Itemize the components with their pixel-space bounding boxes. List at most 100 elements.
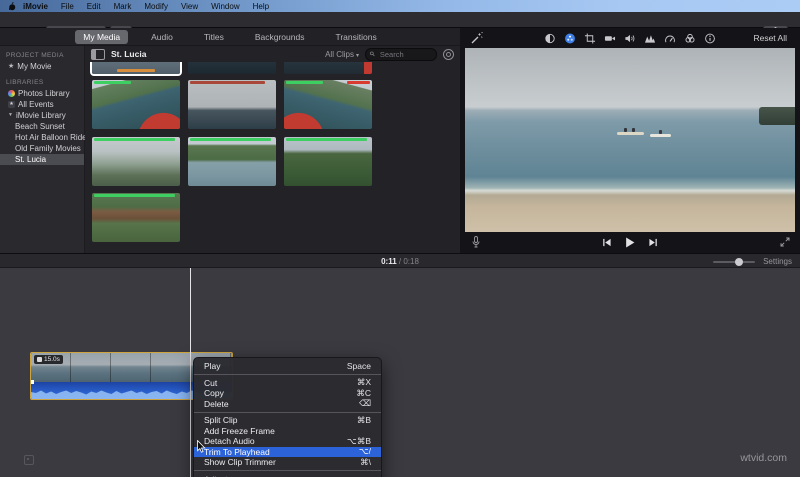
sidebar-item-photos-library[interactable]: Photos Library (0, 88, 84, 99)
star-box-icon (8, 101, 15, 108)
volume-icon[interactable] (624, 32, 637, 45)
sidebar-item-hot-air-balloon-ride[interactable]: Hot Air Balloon Ride (0, 132, 84, 143)
used-orange-marker (117, 69, 156, 72)
enhance-wand-icon[interactable] (470, 32, 483, 45)
fav-left-marker (286, 81, 323, 84)
sidebar-item-st-lucia[interactable]: St. Lucia (0, 154, 84, 165)
sidebar-item-my-movie[interactable]: My Movie (0, 61, 84, 72)
fullscreen-icon[interactable] (780, 237, 790, 247)
menu-mark[interactable]: Mark (114, 2, 132, 11)
voiceover-mic-icon[interactable] (472, 236, 480, 248)
sidebar-item-label: iMovie Library (16, 110, 66, 121)
context-menu: PlaySpace Cut ⌘XCopy⌘CDelete⌫ Split Clip⌘BA… (193, 357, 382, 477)
stabilization-icon[interactable] (604, 32, 617, 45)
timeline-settings-button[interactable]: Settings (763, 257, 792, 266)
menu-edit[interactable]: Edit (87, 2, 101, 11)
browser-header: St. Lucia All Clips (85, 46, 460, 62)
sidebar-item-old-family-movies[interactable]: Old Family Movies (0, 143, 84, 154)
sidebar-item-label: Photos Library (18, 88, 70, 99)
screen: iMovie File Edit Mark Modify View Window Help P… (0, 0, 800, 477)
media-tabs: My Media Audio Titles Backgrounds Transition… (0, 28, 460, 46)
speed-icon[interactable] (664, 32, 677, 45)
media-thumbnail[interactable] (92, 62, 180, 74)
menu-item-label: Cut (204, 378, 217, 388)
zoom-slider-thumb[interactable] (735, 258, 743, 266)
info-icon[interactable] (704, 32, 717, 45)
effects-icon[interactable] (684, 32, 697, 45)
clip-duration: 15.0s (44, 356, 60, 363)
previous-frame-button[interactable] (603, 238, 612, 247)
menu-item-delete[interactable]: Delete⌫ (194, 399, 381, 410)
reset-all-button[interactable]: Reset All (753, 33, 787, 43)
menu-separator (194, 374, 381, 375)
fav-wide-marker (286, 138, 367, 141)
menu-item-split-clip[interactable]: Split Clip⌘B (194, 415, 381, 426)
media-thumbnail[interactable] (92, 193, 180, 242)
noise-reduction-icon[interactable] (644, 32, 657, 45)
menu-item-add-freeze-frame[interactable]: Add Freeze Frame (194, 426, 381, 437)
watermark: wtvid.com (740, 452, 787, 464)
playback-controls (460, 232, 800, 253)
play-button[interactable] (625, 237, 636, 248)
rej-edge-marker (364, 62, 372, 74)
menu-help[interactable]: Help (253, 2, 269, 11)
color-balance-icon[interactable] (544, 32, 557, 45)
search-field[interactable] (365, 48, 437, 61)
clip-filter-dropdown[interactable]: All Clips (325, 50, 359, 59)
menu-item-trim-to-playhead[interactable]: Trim To Playhead⌥/ (194, 447, 381, 458)
menu-item-label: Show Clip Trimmer (204, 457, 276, 467)
rej-right-marker (347, 81, 370, 84)
tab-backgrounds[interactable]: Backgrounds (247, 30, 313, 44)
menu-modify[interactable]: Modify (144, 2, 168, 11)
sidebar: PROJECT MEDIAMy MovieLIBRARIESPhotos Lib… (0, 46, 85, 253)
clip-duration-badge: 15.0s (34, 355, 63, 364)
menu-window[interactable]: Window (211, 2, 239, 11)
clip-appearance-icon[interactable] (443, 49, 454, 60)
media-thumbnail[interactable] (284, 137, 372, 186)
menu-item-detach-audio[interactable]: Detach Audio⌥⌘B (194, 436, 381, 447)
menubar-menus: iMovie File Edit Mark Modify View Window Help (23, 2, 269, 11)
tab-titles[interactable]: Titles (196, 30, 232, 44)
crop-icon[interactable] (584, 32, 597, 45)
media-thumbnail[interactable] (188, 80, 276, 129)
menu-item-shortcut: ⌘B (357, 415, 371, 426)
playhead-time: 0:11 / 0:18 (0, 257, 800, 266)
menu-item-shortcut: ⌘X (357, 377, 371, 388)
media-thumbnail[interactable] (284, 62, 372, 74)
color-correction-icon[interactable] (564, 32, 577, 45)
sidebar-item-label: Beach Sunset (15, 121, 65, 132)
sidebar-toggle-icon[interactable] (91, 49, 105, 60)
menu-imovie[interactable]: iMovie (23, 2, 48, 11)
preview-video (465, 48, 795, 232)
menu-item-cut[interactable]: Cut ⌘X (194, 378, 381, 389)
film-icon (37, 357, 42, 362)
apple-menu-icon[interactable] (9, 2, 17, 11)
media-thumbnail[interactable] (92, 137, 180, 186)
media-thumbnail[interactable] (188, 62, 276, 74)
sidebar-section-header: PROJECT MEDIA (0, 50, 84, 61)
rocks (759, 107, 795, 125)
menu-item-show-clip-trimmer[interactable]: Show Clip Trimmer⌘\ (194, 457, 381, 468)
timeline-zoom-slider[interactable] (713, 261, 755, 263)
next-frame-button[interactable] (649, 238, 658, 247)
tab-audio[interactable]: Audio (143, 30, 181, 44)
sidebar-item-beach-sunset[interactable]: Beach Sunset (0, 121, 84, 132)
menu-item-play[interactable]: PlaySpace (194, 361, 381, 372)
media-thumbnail[interactable] (188, 137, 276, 186)
star-icon (8, 61, 14, 72)
menu-item-copy[interactable]: Copy⌘C (194, 388, 381, 399)
tab-my-media[interactable]: My Media (75, 30, 128, 44)
sidebar-item-all-events[interactable]: All Events (0, 99, 84, 110)
menu-file[interactable]: File (61, 2, 74, 11)
sidebar-item-imovie-library[interactable]: iMovie Library (0, 110, 84, 121)
viewer-pane: Reset All (460, 28, 800, 253)
tab-transitions[interactable]: Transitions (327, 30, 384, 44)
playhead[interactable] (190, 268, 191, 477)
menu-view[interactable]: View (181, 2, 198, 11)
media-thumbnail[interactable] (284, 80, 372, 129)
media-thumbnail[interactable] (92, 80, 180, 129)
thumbnail-grid (85, 62, 460, 253)
clip-audio-handle[interactable] (31, 380, 34, 384)
adjust-toolbar-icons (544, 32, 717, 45)
search-input[interactable] (378, 49, 432, 60)
